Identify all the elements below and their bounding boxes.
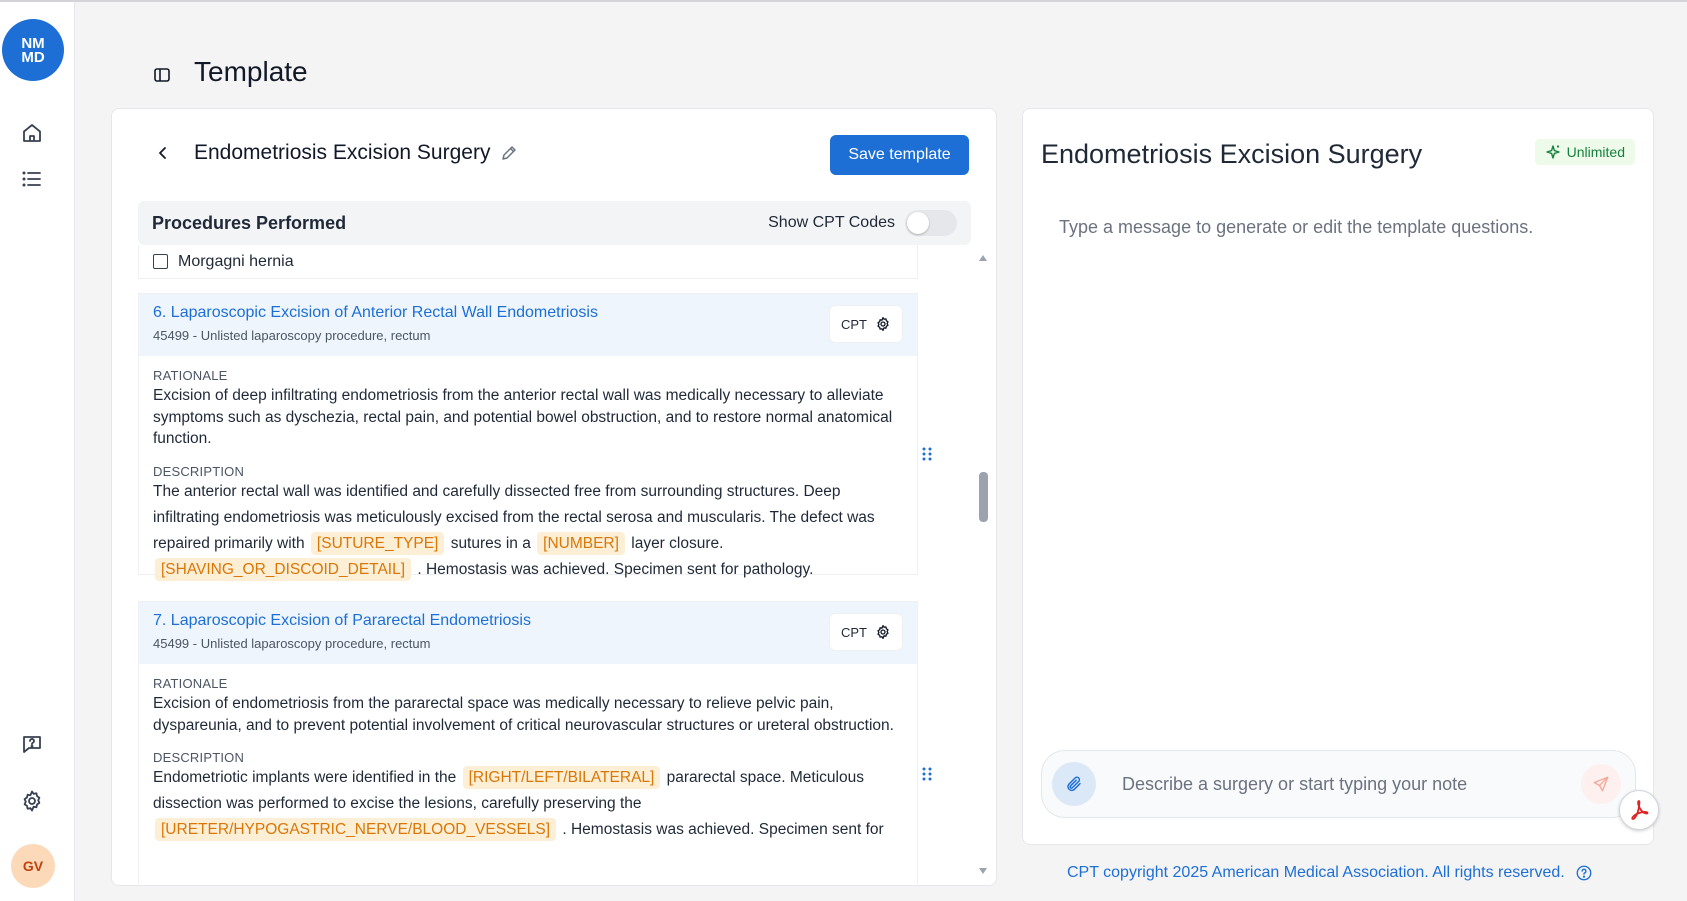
assistant-title: Endometriosis Excision Surgery <box>1041 139 1423 169</box>
description-label: DESCRIPTION <box>153 463 245 479</box>
description-segment: Endometriotic implants were identified i… <box>153 769 457 786</box>
help-icon[interactable] <box>18 730 46 758</box>
description-text: The anterior rectal wall was identified … <box>153 479 903 583</box>
procedure-card-body: RATIONALE Excision of endometriosis from… <box>139 664 917 855</box>
sparkle-icon <box>1545 145 1560 159</box>
description-label: DESCRIPTION <box>153 750 245 765</box>
attach-button[interactable] <box>1052 762 1096 806</box>
scrollbar-thumb[interactable] <box>979 472 988 522</box>
unlimited-badge: Unlimited <box>1534 139 1635 165</box>
template-name: Endometriosis Excision Surgery <box>194 141 491 164</box>
drag-handle-icon[interactable] <box>922 766 932 782</box>
procedure-code-line: 45499 - Unlisted laparoscopy procedure, … <box>153 636 431 651</box>
sidebar: NM MD GV <box>0 2 75 901</box>
footer-copyright: CPT copyright 2025 American Medical Asso… <box>1067 864 1593 882</box>
description-segment: sutures in a <box>450 534 531 552</box>
checkbox-label: Morgagni hernia <box>178 252 294 270</box>
paperclip-icon <box>1067 776 1081 792</box>
help-circle-icon[interactable] <box>1575 864 1593 882</box>
cpt-button-label: CPT <box>841 316 867 332</box>
procedure-title[interactable]: 6. Laparoscopic Excision of Anterior Rec… <box>153 304 903 322</box>
procedure-card-header: 6. Laparoscopic Excision of Anterior Rec… <box>139 294 917 356</box>
description-segment: . Hemostasis was achieved. Specimen sent… <box>562 821 884 838</box>
procedure-card: 6. Laparoscopic Excision of Anterior Rec… <box>138 293 918 581</box>
template-editor-panel: Endometriosis Excision Surgery Save temp… <box>111 108 997 886</box>
placeholder-chip[interactable]: [NUMBER] <box>537 531 625 555</box>
logo-text: NM MD <box>21 35 45 66</box>
show-cpt-codes-control: Show CPT Codes <box>768 210 957 236</box>
rationale-label: RATIONALE <box>153 676 228 691</box>
send-button[interactable] <box>1581 764 1621 804</box>
page-title: Template <box>194 56 308 87</box>
procedures-list[interactable]: Morgagni hernia 6. Laparoscopic Excision… <box>138 245 918 885</box>
app-logo[interactable]: NM MD <box>2 19 64 81</box>
sidebar-toggle-icon[interactable] <box>150 63 174 87</box>
gear-icon <box>877 317 889 331</box>
toggle-knob <box>907 212 929 234</box>
rationale-text: Excision of endometriosis from the parar… <box>153 695 894 734</box>
assistant-panel: Endometriosis Excision Surgery Unlimited… <box>1022 108 1654 845</box>
badge-label: Unlimited <box>1566 144 1625 160</box>
gear-icon[interactable] <box>18 787 46 815</box>
chat-input[interactable] <box>1122 773 1581 795</box>
procedure-card: 7. Laparoscopic Excision of Pararectal E… <box>138 601 918 885</box>
pdf-icon[interactable] <box>1619 790 1659 830</box>
list-item: Morgagni hernia <box>138 245 918 279</box>
morgagni-hernia-checkbox[interactable] <box>153 254 168 269</box>
show-cpt-codes-label: Show CPT Codes <box>768 214 895 231</box>
gear-icon <box>877 625 889 639</box>
procedure-card-header: 7. Laparoscopic Excision of Pararectal E… <box>139 602 917 664</box>
copyright-text: CPT copyright 2025 American Medical Asso… <box>1067 864 1565 881</box>
description-segment: layer closure. <box>631 534 724 552</box>
placeholder-chip[interactable]: [URETER/HYPOGASTRIC_NERVE/BLOOD_VESSELS] <box>155 818 557 841</box>
edit-name-pencil-icon[interactable] <box>499 143 519 163</box>
cpt-settings-button[interactable]: CPT <box>829 305 903 343</box>
cpt-button-label: CPT <box>841 624 867 640</box>
scroll-up-arrow[interactable] <box>979 255 987 261</box>
assistant-hint: Type a message to generate or edit the t… <box>1059 217 1534 237</box>
back-chevron-icon[interactable] <box>152 142 174 164</box>
procedure-card-body: RATIONALE Excision of deep infiltrating … <box>139 356 917 595</box>
home-icon[interactable] <box>18 119 46 147</box>
save-template-button[interactable]: Save template <box>830 135 969 175</box>
show-cpt-codes-toggle[interactable] <box>905 210 957 236</box>
placeholder-chip[interactable]: [RIGHT/LEFT/BILATERAL] <box>462 766 661 789</box>
page-header: Template <box>150 50 308 94</box>
procedures-header-bar: Procedures Performed Show CPT Codes <box>138 201 971 245</box>
placeholder-chip[interactable]: [SUTURE_TYPE] <box>310 531 445 555</box>
chat-composer <box>1041 750 1636 818</box>
rationale-label: RATIONALE <box>153 368 228 383</box>
scroll-down-arrow[interactable] <box>979 868 987 874</box>
send-icon <box>1593 776 1609 792</box>
user-avatar[interactable]: GV <box>11 844 55 888</box>
list-icon[interactable] <box>18 165 46 193</box>
procedure-code-line: 45499 - Unlisted laparoscopy procedure, … <box>153 328 431 343</box>
rationale-text: Excision of deep infiltrating endometrio… <box>153 387 893 447</box>
editor-header: Endometriosis Excision Surgery <box>152 141 519 165</box>
placeholder-chip[interactable]: [SHAVING_OR_DISCOID_DETAIL] <box>155 557 412 581</box>
cpt-settings-button[interactable]: CPT <box>829 613 903 651</box>
description-text: Endometriotic implants were identified i… <box>153 765 903 843</box>
top-divider <box>0 0 1687 2</box>
description-segment: . Hemostasis was achieved. Specimen sent… <box>417 560 814 578</box>
procedure-title[interactable]: 7. Laparoscopic Excision of Pararectal E… <box>153 612 903 630</box>
drag-handle-icon[interactable] <box>922 446 932 462</box>
procedures-title: Procedures Performed <box>152 212 347 233</box>
